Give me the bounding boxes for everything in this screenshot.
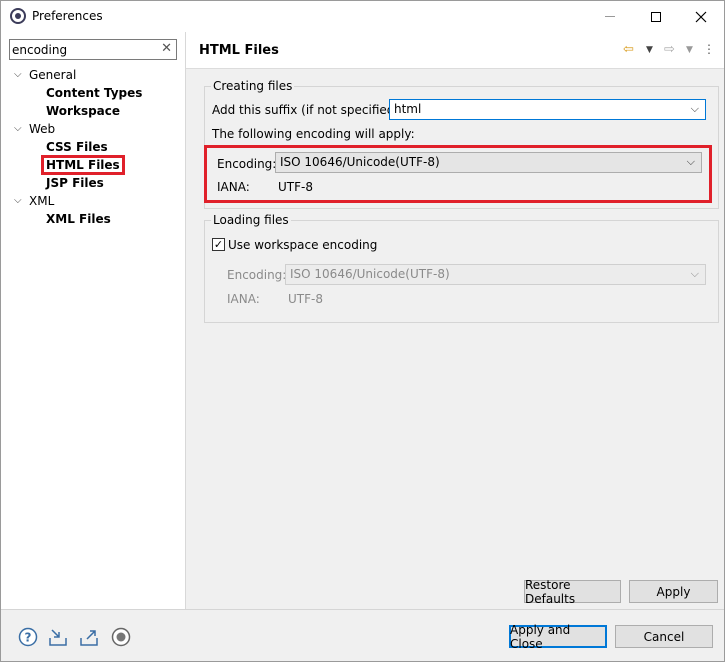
record-icon[interactable] bbox=[111, 627, 131, 647]
tree-item-label: Web bbox=[29, 122, 56, 136]
close-button[interactable] bbox=[678, 1, 724, 32]
clear-filter-icon[interactable]: ✕ bbox=[161, 41, 172, 56]
tree-item-content-types[interactable]: Content Types bbox=[46, 84, 142, 102]
apply-button[interactable]: Apply bbox=[629, 580, 718, 603]
encoding-value: ISO 10646/Unicode(UTF-8) bbox=[280, 155, 440, 169]
encoding-label: Encoding: bbox=[217, 157, 277, 171]
title-bar: Preferences bbox=[1, 1, 724, 32]
chevron-down-icon[interactable]: ⌵ bbox=[687, 155, 695, 169]
loading-iana-value: UTF-8 bbox=[288, 292, 323, 306]
page-header: HTML Files ⇦ ▼ ⇨ ▼ ⋮ bbox=[186, 32, 724, 69]
encoding-combo[interactable]: ISO 10646/Unicode(UTF-8) ⌵ bbox=[275, 152, 702, 173]
minimize-icon bbox=[605, 16, 615, 17]
suffix-value: html bbox=[394, 102, 422, 116]
collapse-arrow-icon[interactable]: ⌵ bbox=[14, 120, 24, 138]
eclipse-app-icon bbox=[10, 8, 26, 24]
loading-iana-label: IANA: bbox=[227, 292, 260, 306]
encoding-apply-text: The following encoding will apply: bbox=[212, 127, 415, 141]
cancel-button[interactable]: Cancel bbox=[615, 625, 713, 648]
use-workspace-encoding-label: Use workspace encoding bbox=[228, 238, 378, 252]
tree-item-css-files[interactable]: CSS Files bbox=[46, 138, 108, 156]
maximize-button[interactable] bbox=[633, 1, 679, 32]
tree-item-jsp-files[interactable]: JSP Files bbox=[46, 174, 104, 192]
use-workspace-encoding-checkbox[interactable]: ✓ bbox=[212, 238, 225, 251]
tree-item-label: XML Files bbox=[46, 212, 111, 226]
tree-item-xml-files[interactable]: XML Files bbox=[46, 210, 111, 228]
back-arrow-icon[interactable]: ⇦ bbox=[623, 42, 634, 57]
help-icon[interactable]: ? bbox=[18, 627, 38, 647]
filter-field[interactable]: ✕ bbox=[9, 39, 177, 60]
tree-item-label: CSS Files bbox=[46, 140, 108, 154]
apply-and-close-button[interactable]: Apply and Close bbox=[509, 623, 607, 651]
collapse-arrow-icon[interactable]: ⌵ bbox=[14, 66, 24, 84]
tree-item-label: General bbox=[29, 68, 77, 82]
preference-tree-panel: ✕ ⌵ General Content Types Workspace ⌵ We… bbox=[1, 32, 185, 609]
loading-encoding-label: Encoding: bbox=[227, 268, 287, 282]
tree-item-label: JSP Files bbox=[46, 176, 104, 190]
iana-label: IANA: bbox=[217, 180, 250, 194]
collapse-arrow-icon[interactable]: ⌵ bbox=[14, 192, 24, 210]
tree-item-label: XML bbox=[29, 194, 55, 208]
dialog-footer: ? Apply and Close Cancel bbox=[1, 609, 724, 661]
forward-arrow-icon[interactable]: ⇨ bbox=[664, 42, 675, 57]
close-icon bbox=[695, 11, 707, 22]
view-menu-icon[interactable]: ⋮ bbox=[703, 42, 715, 56]
export-icon[interactable] bbox=[79, 627, 99, 647]
window-title: Preferences bbox=[32, 9, 103, 23]
import-icon[interactable] bbox=[48, 627, 68, 647]
forward-dropdown-icon[interactable]: ▼ bbox=[686, 45, 693, 55]
chevron-down-icon[interactable]: ⌵ bbox=[691, 102, 699, 116]
suffix-combo[interactable]: html ⌵ bbox=[389, 99, 706, 120]
tree-item-html-files[interactable]: HTML Files bbox=[41, 155, 125, 175]
loading-encoding-value: ISO 10646/Unicode(UTF-8) bbox=[290, 267, 450, 281]
chevron-down-icon: ⌵ bbox=[690, 267, 699, 280]
preference-page: HTML Files ⇦ ▼ ⇨ ▼ ⋮ Creating files Add … bbox=[186, 32, 724, 609]
tree-item-label: Workspace bbox=[46, 104, 121, 118]
tree-item-xml[interactable]: ⌵ XML bbox=[14, 192, 54, 210]
back-dropdown-icon[interactable]: ▼ bbox=[646, 45, 653, 55]
tree-item-label: Content Types bbox=[46, 86, 143, 100]
tree-item-label-selected: HTML Files bbox=[41, 155, 125, 175]
tree-item-web[interactable]: ⌵ Web bbox=[14, 120, 55, 138]
tree-item-workspace[interactable]: Workspace bbox=[46, 102, 120, 120]
svg-text:?: ? bbox=[25, 631, 32, 645]
suffix-label: Add this suffix (if not specified): bbox=[212, 103, 404, 117]
filter-input[interactable] bbox=[12, 41, 157, 58]
preferences-window: Preferences ✕ ⌵ General Content Types Wo… bbox=[0, 0, 725, 662]
page-title: HTML Files bbox=[199, 43, 279, 58]
maximize-icon bbox=[651, 11, 661, 22]
minimize-button[interactable] bbox=[587, 1, 633, 32]
iana-value: UTF-8 bbox=[278, 180, 313, 194]
group-title: Creating files bbox=[211, 79, 295, 93]
loading-encoding-combo: ISO 10646/Unicode(UTF-8) ⌵ bbox=[285, 264, 706, 285]
restore-defaults-button[interactable]: Restore Defaults bbox=[524, 578, 621, 606]
group-title: Loading files bbox=[211, 213, 291, 227]
tree-item-general[interactable]: ⌵ General bbox=[14, 66, 76, 84]
